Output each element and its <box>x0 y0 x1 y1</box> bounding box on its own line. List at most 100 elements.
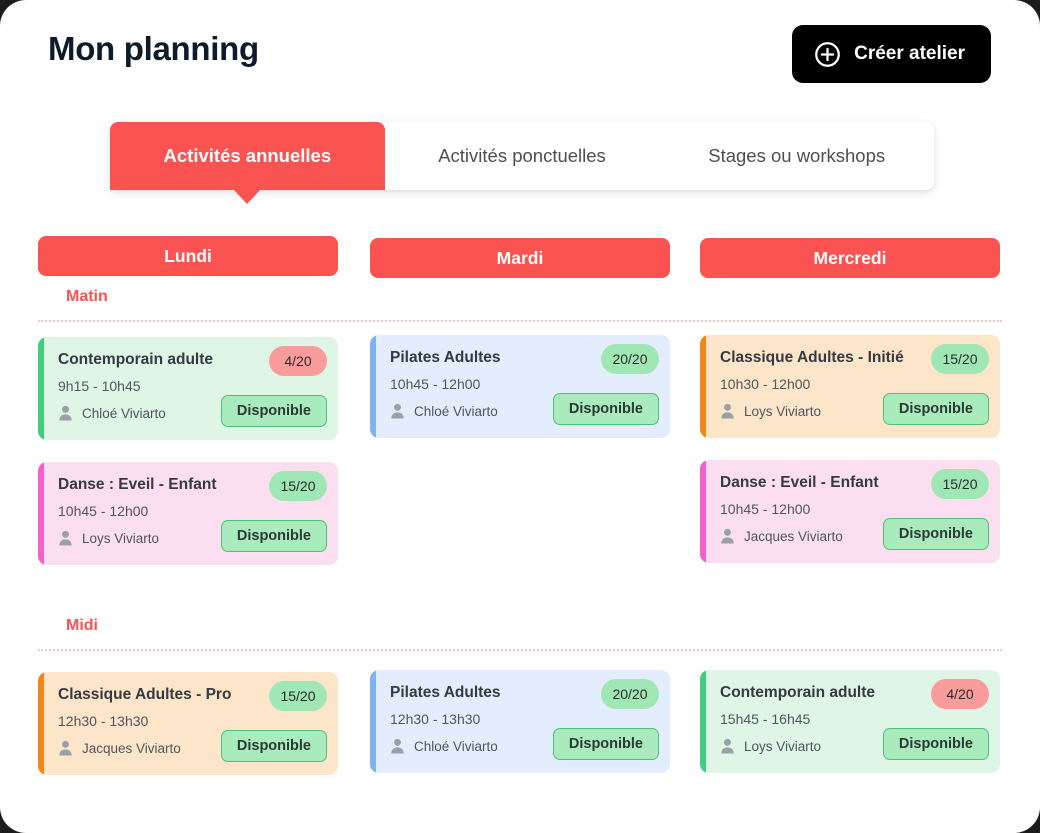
activity-type-tabs: Activités annuelles Activités ponctuelle… <box>110 122 934 190</box>
activity-card[interactable]: Pilates Adultes 12h30 - 13h30 Chloé Viviar… <box>370 670 670 773</box>
section-label-midi: Midi <box>66 617 98 634</box>
card-accent-bar <box>38 672 44 775</box>
activity-time: 12h30 - 13h30 <box>58 713 149 729</box>
person-icon <box>391 738 404 754</box>
day-header-mardi[interactable]: Mardi <box>370 238 670 278</box>
availability-button[interactable]: Disponible <box>882 393 989 425</box>
activity-card[interactable]: Classique Adultes - Pro 12h30 - 13h30 Jacq… <box>38 672 338 775</box>
activity-title: Danse : Eveil - Enfant <box>58 476 217 493</box>
availability-button[interactable]: Disponible <box>220 730 327 762</box>
instructor-name: Loys Viviarto <box>744 738 822 754</box>
activity-title: Classique Adultes - Initié <box>720 349 904 366</box>
day-header-mercredi[interactable]: Mercredi <box>700 238 1000 278</box>
instructor-name: Chloé Viviarto <box>414 403 498 419</box>
person-icon <box>721 403 734 419</box>
person-icon <box>59 530 72 546</box>
activity-instructor: Loys Viviarto <box>720 738 821 754</box>
day-label: Lundi <box>164 245 212 266</box>
capacity-badge: 15/20 <box>931 469 989 499</box>
day-column-mardi: Mardi <box>370 238 670 278</box>
activity-instructor: Chloé Viviarto <box>58 405 166 421</box>
activity-card[interactable]: Contemporain adulte 9h15 - 10h45 Chloé Viv… <box>38 337 338 440</box>
availability-button[interactable]: Disponible <box>882 728 989 760</box>
activity-instructor: Chloé Viviarto <box>390 403 498 419</box>
availability-button[interactable]: Disponible <box>220 395 327 427</box>
matin-column-mardi: Pilates Adultes 10h45 - 12h00 Chloé Viviar… <box>370 335 670 460</box>
midi-column-lundi: Classique Adultes - Pro 12h30 - 13h30 Jacq… <box>38 672 338 797</box>
card-body: Classique Adultes - Initié 10h30 - 12h00 L… <box>720 335 989 438</box>
capacity-badge: 4/20 <box>931 679 989 709</box>
card-body: Pilates Adultes 10h45 - 12h00 Chloé Viviar… <box>390 335 659 438</box>
activity-title: Contemporain adulte <box>720 684 876 701</box>
section-label-matin: Matin <box>66 288 108 305</box>
day-label: Mardi <box>496 247 544 268</box>
activity-instructor: Loys Viviarto <box>58 530 159 546</box>
card-accent-bar <box>700 335 706 438</box>
activity-title: Danse : Eveil - Enfant <box>720 474 879 491</box>
card-body: Contemporain adulte 9h15 - 10h45 Chloé Viv… <box>58 337 327 440</box>
card-body: Classique Adultes - Pro 12h30 - 13h30 Jacq… <box>58 672 327 775</box>
tab-stages-workshops[interactable]: Stages ou workshops <box>659 122 934 190</box>
person-icon <box>59 740 72 756</box>
activity-card[interactable]: Pilates Adultes 10h45 - 12h00 Chloé Viviar… <box>370 335 670 438</box>
activity-title: Contemporain adulte <box>58 351 214 368</box>
availability-button[interactable]: Disponible <box>882 518 989 550</box>
tab-label: Activités ponctuelles <box>438 145 606 166</box>
availability-button[interactable]: Disponible <box>220 520 327 552</box>
activity-time: 10h30 - 12h00 <box>720 376 811 392</box>
instructor-name: Loys Viviarto <box>744 403 822 419</box>
page-header: Mon planning Créer atelier <box>0 0 1040 105</box>
section-divider-midi <box>38 649 1002 651</box>
card-accent-bar <box>38 462 44 565</box>
card-body: Contemporain adulte 15h45 - 16h45 Loys Viv… <box>720 670 989 773</box>
midi-column-mercredi: Contemporain adulte 15h45 - 16h45 Loys Viv… <box>700 670 1000 795</box>
capacity-badge: 15/20 <box>931 344 989 374</box>
matin-column-mercredi: Classique Adultes - Initié 10h30 - 12h00 L… <box>700 335 1000 585</box>
instructor-name: Loys Viviarto <box>82 530 160 546</box>
activity-time: 10h45 - 12h00 <box>390 376 481 392</box>
card-accent-bar <box>38 337 44 440</box>
card-body: Pilates Adultes 12h30 - 13h30 Chloé Viviar… <box>390 670 659 773</box>
day-header-lundi[interactable]: Lundi <box>38 236 338 276</box>
card-body: Danse : Eveil - Enfant 10h45 - 12h00 Jacqu… <box>720 460 989 563</box>
tab-label: Stages ou workshops <box>708 145 886 166</box>
activity-instructor: Loys Viviarto <box>720 403 821 419</box>
activity-title: Classique Adultes - Pro <box>58 686 232 703</box>
availability-button[interactable]: Disponible <box>552 393 659 425</box>
create-atelier-label: Créer atelier <box>854 43 965 64</box>
activity-time: 9h15 - 10h45 <box>58 378 141 394</box>
tab-activites-ponctuelles[interactable]: Activités ponctuelles <box>385 122 660 190</box>
tab-activites-annuelles[interactable]: Activités annuelles <box>110 122 385 190</box>
section-divider-matin <box>38 320 1002 322</box>
card-accent-bar <box>370 670 376 773</box>
capacity-badge: 20/20 <box>601 344 659 374</box>
instructor-name: Jacques Viviarto <box>744 528 843 544</box>
capacity-badge: 4/20 <box>269 346 327 376</box>
card-accent-bar <box>700 670 706 773</box>
activity-time: 15h45 - 16h45 <box>720 711 811 727</box>
plus-circle-icon <box>815 41 840 67</box>
activity-instructor: Chloé Viviarto <box>390 738 498 754</box>
availability-button[interactable]: Disponible <box>552 728 659 760</box>
person-icon <box>721 738 734 754</box>
activity-card[interactable]: Danse : Eveil - Enfant 10h45 - 12h00 Loys … <box>38 462 338 565</box>
capacity-badge: 20/20 <box>601 679 659 709</box>
create-atelier-button[interactable]: Créer atelier <box>792 25 991 83</box>
activity-card[interactable]: Classique Adultes - Initié 10h30 - 12h00 L… <box>700 335 1000 438</box>
day-column-lundi: Lundi <box>38 236 338 276</box>
activity-card[interactable]: Danse : Eveil - Enfant 10h45 - 12h00 Jacqu… <box>700 460 1000 563</box>
card-body: Danse : Eveil - Enfant 10h45 - 12h00 Loys … <box>58 462 327 565</box>
activity-time: 12h30 - 13h30 <box>390 711 481 727</box>
person-icon <box>59 405 72 421</box>
capacity-badge: 15/20 <box>269 681 327 711</box>
activity-title: Pilates Adultes <box>390 349 501 366</box>
person-icon <box>721 528 734 544</box>
card-accent-bar <box>700 460 706 563</box>
midi-column-mardi: Pilates Adultes 12h30 - 13h30 Chloé Viviar… <box>370 670 670 795</box>
page-title: Mon planning <box>48 30 259 67</box>
instructor-name: Jacques Viviarto <box>82 740 181 756</box>
planning-board: Lundi Mardi Mercredi Matin Contemporain … <box>0 222 1040 833</box>
activity-time: 10h45 - 12h00 <box>58 503 149 519</box>
matin-column-lundi: Contemporain adulte 9h15 - 10h45 Chloé Viv… <box>38 337 338 587</box>
activity-card[interactable]: Contemporain adulte 15h45 - 16h45 Loys Viv… <box>700 670 1000 773</box>
